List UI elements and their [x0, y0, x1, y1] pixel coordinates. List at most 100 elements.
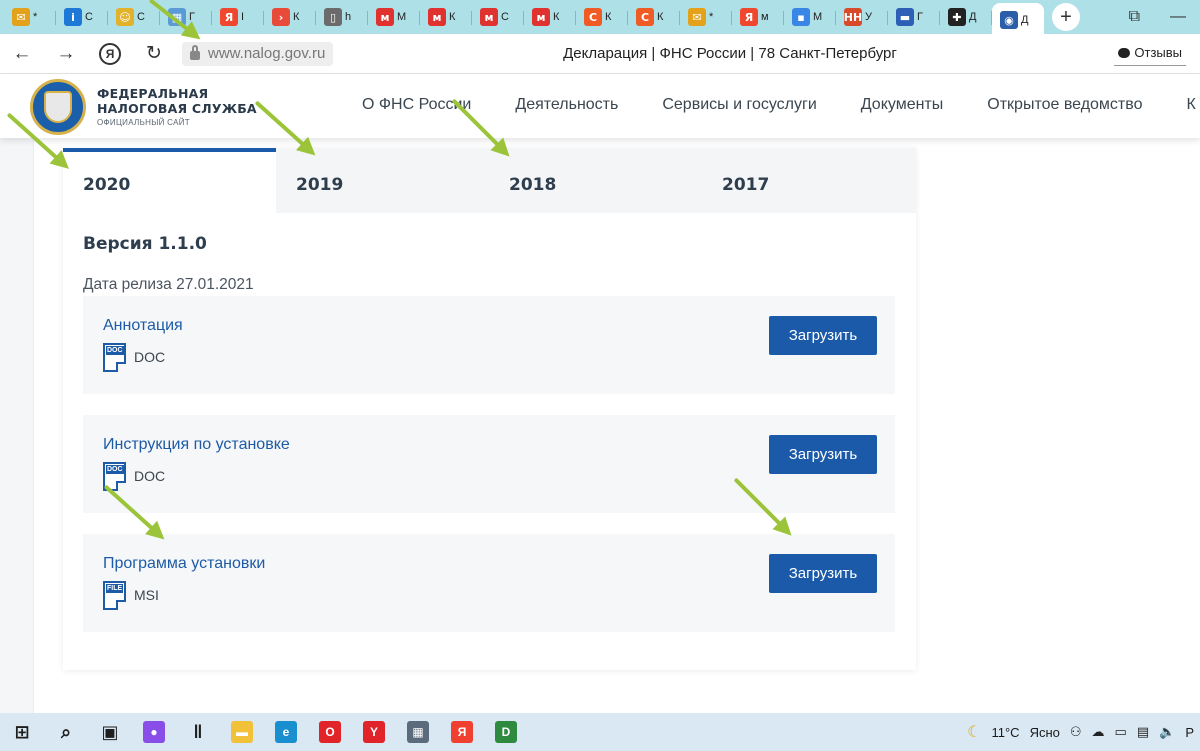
nav-item-documents[interactable]: Документы: [861, 96, 943, 114]
divider-icon-glyph: ‖: [193, 721, 203, 742]
nav-item-more[interactable]: К: [1186, 96, 1195, 114]
browser-tab[interactable]: мК: [524, 3, 576, 31]
browser-tab[interactable]: мМ: [368, 3, 420, 31]
nav-item-activity[interactable]: Деятельность: [515, 96, 618, 114]
address-bar: ← → Я ↻ www.nalog.gov.ru Декларация | ФН…: [0, 34, 1200, 74]
tab-manager-icon[interactable]: ⧉: [1129, 8, 1140, 26]
file-extension: DOC: [134, 349, 166, 365]
browser-tab-title: К: [553, 11, 560, 23]
yandex-icon-glyph: Я: [451, 721, 473, 743]
nav-item-services[interactable]: Сервисы и госуслуги: [662, 96, 816, 114]
volume-icon[interactable]: 🔈: [1159, 724, 1175, 740]
m-icon: м: [376, 8, 394, 26]
browser-tab[interactable]: ✉ *: [4, 3, 56, 31]
main-navigation: О ФНС России Деятельность Сервисы и госу…: [362, 96, 1196, 114]
yandex-browser-icon[interactable]: Y: [352, 713, 396, 751]
tab-2020[interactable]: 2020: [63, 148, 276, 213]
file-link-installer[interactable]: Программа установки: [103, 555, 265, 573]
browser-tab[interactable]: › К: [264, 3, 316, 31]
tab-2017[interactable]: 2017: [702, 148, 915, 213]
windows-start-icon[interactable]: ⊞: [0, 713, 44, 751]
fns-emblem-logo[interactable]: [30, 79, 86, 135]
browser-tab[interactable]: ▬ Г: [888, 3, 940, 31]
download-button-annotation[interactable]: Загрузить: [769, 316, 877, 355]
file-link-instruction[interactable]: Инструкция по установке: [103, 436, 290, 454]
browser-tab[interactable]: мС: [472, 3, 524, 31]
arrow-icon: ›: [272, 8, 290, 26]
search-icon-glyph: ⌕: [60, 721, 72, 742]
yandex-icon: Я: [740, 8, 758, 26]
browser-tab[interactable]: ✚ Д: [940, 3, 992, 31]
year-tabs: 2020 2019 2018 2017: [63, 148, 916, 213]
search-icon[interactable]: ⌕: [44, 713, 88, 751]
windows-start-icon-glyph: ⊞: [14, 721, 30, 742]
nav-item-open-agency[interactable]: Открытое ведомство: [987, 96, 1142, 114]
browser-tab-title: К: [449, 11, 456, 23]
browser-tab-active[interactable]: ◉ Д: [992, 3, 1044, 37]
windows-taskbar: ⊞ ⌕ ▣ ● ‖ ▬ e O Y ▦ Я D ☾ 11°C Ясно ⚇ ☁ ▭ ▤ 🔈 Р: [0, 713, 1200, 751]
yandex-home-icon[interactable]: Я: [88, 34, 132, 74]
browser-tab-title: Д: [969, 11, 977, 23]
download-button-instruction[interactable]: Загрузить: [769, 435, 877, 474]
browser-tab[interactable]: НН У: [836, 3, 888, 31]
folder-icon-glyph: ▬: [231, 721, 253, 743]
opera-icon[interactable]: O: [308, 713, 352, 751]
smile-icon: ☺: [116, 8, 134, 26]
lock-icon: [190, 45, 200, 60]
new-tab-button[interactable]: +: [1052, 3, 1080, 31]
people-icon[interactable]: ⚇: [1070, 724, 1082, 740]
weather-temperature[interactable]: 11°C: [991, 725, 1019, 740]
brand-line-2: НАЛОГОВАЯ СЛУЖБА: [97, 101, 257, 116]
m-icon: м: [480, 8, 498, 26]
alice-icon[interactable]: ●: [132, 713, 176, 751]
browser-tab[interactable]: ЯI: [212, 3, 264, 31]
browser-tab[interactable]: ▯ h: [316, 3, 368, 31]
file-link-annotation[interactable]: Аннотация: [103, 317, 183, 335]
hh-icon: НН: [844, 8, 862, 26]
c-icon: С: [584, 8, 602, 26]
reload-icon[interactable]: ↻: [132, 34, 176, 74]
file-row-instruction: Инструкция по установке DOC DOC Загрузит…: [83, 415, 895, 513]
network-icon[interactable]: ▤: [1137, 724, 1149, 740]
browser-tab-title: С: [85, 11, 93, 23]
browser-tab[interactable]: ☺ С: [108, 3, 160, 31]
file-type-tag: DOC: [106, 346, 124, 355]
url-field[interactable]: www.nalog.gov.ru: [182, 41, 334, 66]
forward-arrow-icon[interactable]: →: [44, 34, 88, 74]
feedback-button[interactable]: Отзывы: [1114, 40, 1186, 66]
weather-condition[interactable]: Ясно: [1030, 725, 1060, 740]
file-extension: DOC: [134, 468, 166, 484]
battery-icon[interactable]: ▭: [1115, 724, 1127, 740]
browser-tab[interactable]: ▪ М: [784, 3, 836, 31]
back-arrow-icon[interactable]: ←: [0, 34, 44, 74]
c-icon: С: [636, 8, 654, 26]
browser-tab[interactable]: Ям: [732, 3, 784, 31]
edge-icon-glyph: e: [275, 721, 297, 743]
browser-tab[interactable]: СК: [576, 3, 628, 31]
minimize-icon[interactable]: —: [1170, 8, 1186, 26]
folder-icon[interactable]: ▬: [220, 713, 264, 751]
onedrive-icon[interactable]: ☁: [1092, 724, 1105, 740]
calculator-icon[interactable]: ▦: [396, 713, 440, 751]
browser-tab-title: У: [865, 11, 872, 23]
browser-tab-title: *: [709, 11, 714, 23]
m-icon: м: [428, 8, 446, 26]
browser-tab[interactable]: ✉ *: [680, 3, 732, 31]
edge-icon[interactable]: e: [264, 713, 308, 751]
brand-line-1: ФЕДЕРАЛЬНАЯ: [97, 86, 209, 101]
system-tray: ☾ 11°C Ясно ⚇ ☁ ▭ ▤ 🔈 Р: [967, 722, 1200, 742]
download-button-installer[interactable]: Загрузить: [769, 554, 877, 593]
yandex-icon[interactable]: Я: [440, 713, 484, 751]
site-header: ФЕДЕРАЛЬНАЯ НАЛОГОВАЯ СЛУЖБА ОФИЦИАЛЬНЫЙ…: [0, 74, 1200, 138]
divider-icon[interactable]: ‖: [176, 713, 220, 751]
browser-tab[interactable]: iС: [56, 3, 108, 31]
declaration-icon[interactable]: D: [484, 713, 528, 751]
browser-tab[interactable]: мК: [420, 3, 472, 31]
file-type-tag: DOC: [106, 465, 124, 474]
task-view-icon[interactable]: ▣: [88, 713, 132, 751]
browser-tab[interactable]: СК: [628, 3, 680, 31]
site-brand[interactable]: ФЕДЕРАЛЬНАЯ НАЛОГОВАЯ СЛУЖБА ОФИЦИАЛЬНЫЙ…: [97, 86, 257, 127]
tab-2018[interactable]: 2018: [489, 148, 702, 213]
input-language[interactable]: Р: [1185, 725, 1194, 740]
plus-circle-icon: ✚: [948, 8, 966, 26]
